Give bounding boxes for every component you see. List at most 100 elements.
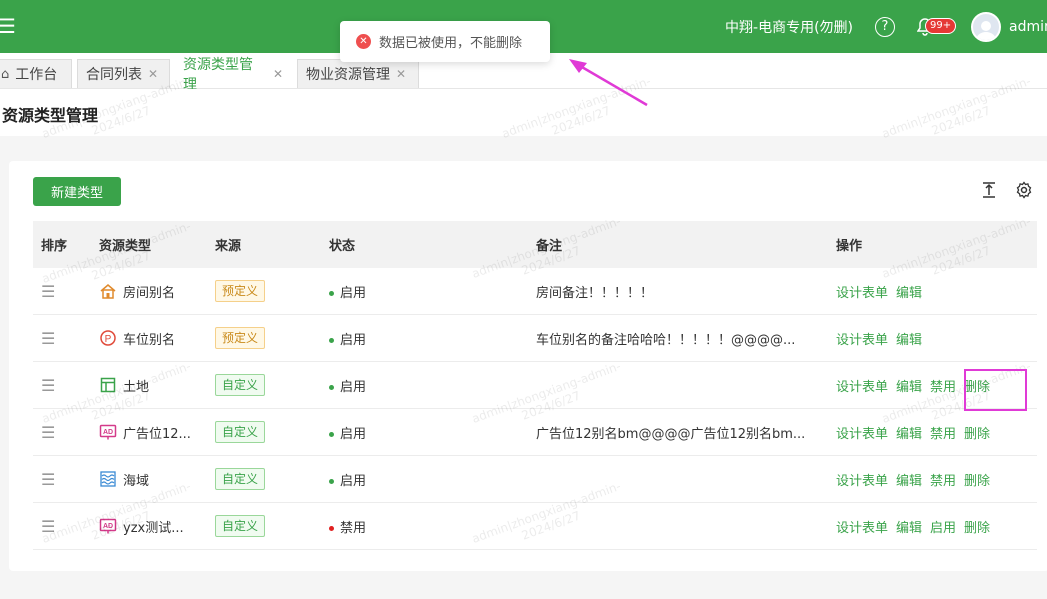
status-text: 启用 [340, 473, 367, 489]
status-text: 启用 [340, 426, 367, 442]
close-icon[interactable]: ✕ [273, 67, 283, 81]
sort-cell: ☰ [33, 376, 91, 395]
status-dot [329, 290, 334, 296]
column-height-icon[interactable] [980, 181, 998, 199]
action-link[interactable]: 设计表单 [836, 517, 888, 536]
main-card: 新建类型 排序 资源类型 来源 状态 备注 操作 ☰ 房间别名 预定义 启用 房… [9, 161, 1047, 571]
table-row: ☰ AD yzx测试... 自定义 禁用 设计表单 编辑 启用 删除 [33, 503, 1037, 550]
action-link[interactable]: 设计表单 [836, 282, 888, 301]
source-tag: 预定义 [215, 327, 266, 349]
type-cell: 房间别名 [91, 282, 205, 301]
new-type-button[interactable]: 新建类型 [33, 177, 121, 206]
source-cell: 自定义 [205, 468, 321, 490]
table-body: ☰ 房间别名 预定义 启用 房间备注！！！！！ 设计表单 编辑 ☰ P 车位别名 预… [33, 268, 1037, 550]
tab-resource-type-management[interactable]: 资源类型管理 ✕ [174, 57, 292, 93]
tab-label: 物业资源管理 [306, 67, 390, 83]
error-toast: ✕ 数据已被使用，不能删除 [340, 21, 550, 62]
close-icon[interactable]: ✕ [396, 67, 406, 81]
home-icon: ⌂ [1, 66, 10, 82]
status-cell: 启用 [321, 423, 528, 442]
source-tag: 自定义 [215, 515, 266, 537]
drag-handle-icon[interactable]: ☰ [41, 423, 55, 442]
status-text: 启用 [340, 285, 367, 301]
sort-cell: ☰ [33, 517, 91, 536]
annotation-arrow [569, 59, 648, 107]
action-link[interactable]: 编辑 [896, 329, 922, 348]
action-link[interactable]: 删除 [964, 470, 990, 489]
drag-handle-icon[interactable]: ☰ [41, 329, 55, 348]
status-dot [329, 525, 334, 531]
ad-icon: AD [99, 517, 117, 535]
page-header: 资源类型管理 [0, 89, 1047, 136]
tab-workbench[interactable]: ⌂ 工作台 [0, 59, 72, 88]
avatar[interactable] [971, 11, 1001, 42]
action-link[interactable]: 编辑 [896, 376, 922, 395]
resource-type-table: 排序 资源类型 来源 状态 备注 操作 ☰ 房间别名 预定义 启用 房间备注！！… [33, 221, 1037, 550]
column-header-sort: 排序 [41, 239, 68, 254]
gear-icon[interactable] [1015, 181, 1033, 199]
action-link[interactable]: 编辑 [896, 282, 922, 301]
table-row: ☰ P 车位别名 预定义 启用 车位别名的备注哈哈哈！！！！！@@@@... 设计… [33, 315, 1037, 362]
source-cell: 自定义 [205, 421, 321, 443]
action-link[interactable]: 禁用 [930, 376, 956, 395]
header-label: 资源类型 [99, 239, 152, 254]
user-icon [976, 20, 996, 40]
sort-cell: ☰ [33, 282, 91, 301]
action-link[interactable]: 编辑 [896, 517, 922, 536]
actions-cell: 设计表单 编辑 [828, 329, 1037, 348]
drag-handle-icon[interactable]: ☰ [41, 376, 55, 395]
note-cell: 车位别名的备注哈哈哈！！！！！@@@@... [536, 332, 796, 348]
drag-handle-icon[interactable]: ☰ [41, 282, 55, 301]
svg-text:AD: AD [103, 523, 113, 530]
type-cell: 土地 [91, 376, 205, 395]
column-header-note: 备注 [536, 239, 563, 254]
actions-cell: 设计表单 编辑 启用 删除 [828, 517, 1037, 536]
help-icon[interactable]: ? [875, 16, 895, 37]
notification-badge: 99+ [925, 17, 957, 34]
notification-button[interactable]: 99+ [917, 16, 957, 38]
tab-label: 合同列表 [86, 67, 142, 83]
svg-text:P: P [105, 334, 112, 345]
action-link[interactable]: 编辑 [896, 423, 922, 442]
type-cell: AD 广告位12... [91, 423, 205, 442]
type-name: yzx测试... [123, 520, 184, 536]
column-header-source: 来源 [215, 239, 242, 254]
actions-cell: 设计表单 编辑 禁用 删除 [828, 423, 1037, 442]
source-cell: 预定义 [205, 280, 321, 302]
source-tag: 自定义 [215, 468, 266, 490]
drag-handle-icon[interactable]: ☰ [41, 517, 55, 536]
action-link[interactable]: 设计表单 [836, 329, 888, 348]
status-cell: 启用 [321, 470, 528, 489]
close-icon[interactable]: ✕ [148, 67, 158, 81]
tab-property-resource-management[interactable]: 物业资源管理 ✕ [297, 59, 419, 88]
status-cell: 禁用 [321, 517, 528, 536]
tab-label: 工作台 [15, 67, 58, 83]
table-row: ☰ 房间别名 预定义 启用 房间备注！！！！！ 设计表单 编辑 [33, 268, 1037, 315]
parking-icon: P [99, 329, 117, 347]
top-right-area: 中翔-电商专用(勿删) ? 99+ admin [725, 0, 1047, 53]
action-link[interactable]: 编辑 [896, 470, 922, 489]
action-link[interactable]: 删除 [964, 517, 990, 536]
column-header-status: 状态 [329, 239, 356, 254]
action-link[interactable]: 设计表单 [836, 376, 888, 395]
tab-contract-list[interactable]: 合同列表 ✕ [77, 59, 170, 88]
sort-cell: ☰ [33, 329, 91, 348]
action-link[interactable]: 禁用 [930, 470, 956, 489]
table-row: ☰ AD 广告位12... 自定义 启用 广告位12别名bm@@@@广告位12别名… [33, 409, 1037, 456]
username[interactable]: admin [1009, 19, 1047, 35]
action-link[interactable]: 设计表单 [836, 470, 888, 489]
drag-handle-icon[interactable]: ☰ [41, 470, 55, 489]
type-name: 土地 [123, 379, 150, 395]
status-dot [329, 384, 334, 390]
source-tag: 自定义 [215, 374, 266, 396]
action-link[interactable]: 删除 [964, 423, 990, 442]
company-switcher[interactable]: 中翔-电商专用(勿删) [725, 17, 853, 37]
type-cell: AD yzx测试... [91, 517, 205, 536]
action-link[interactable]: 设计表单 [836, 423, 888, 442]
ad-icon: AD [99, 423, 117, 441]
note-cell: 房间备注！！！！！ [536, 285, 654, 301]
action-link[interactable]: 启用 [930, 517, 956, 536]
action-link[interactable]: 禁用 [930, 423, 956, 442]
table-row: ☰ 土地 自定义 启用 设计表单 编辑 禁用 删除 [33, 362, 1037, 409]
menu-toggle-icon[interactable]: ☰ [0, 14, 16, 38]
